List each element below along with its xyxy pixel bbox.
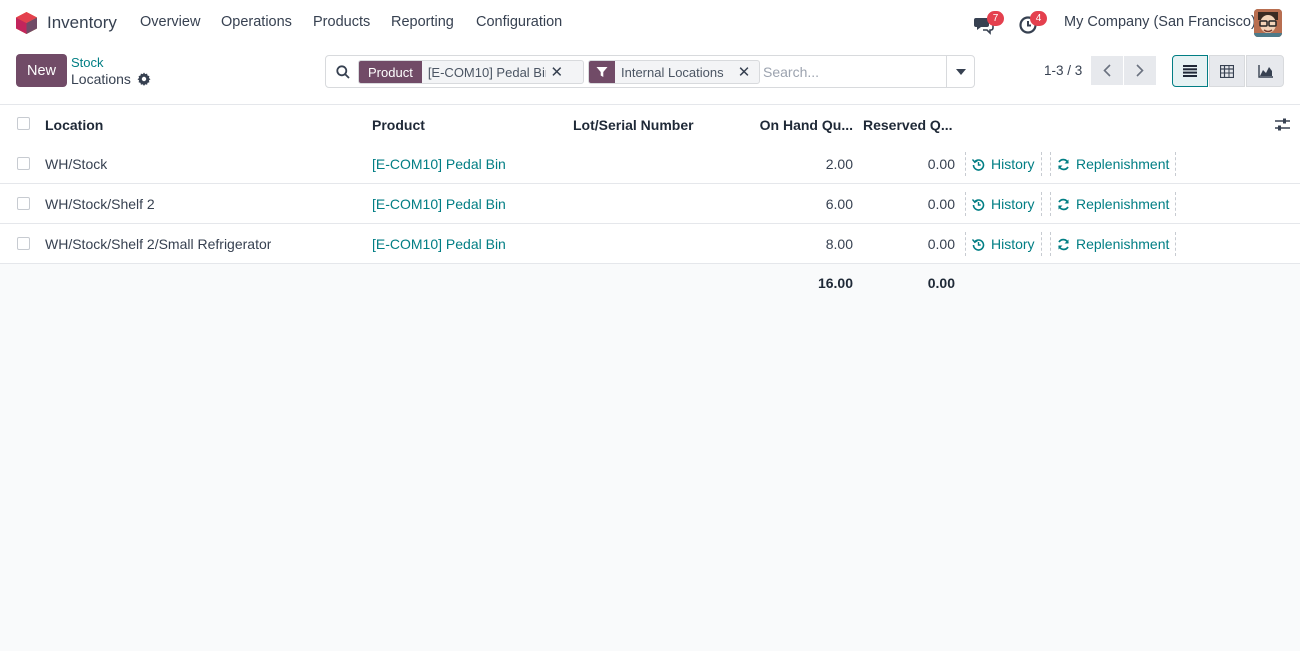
remove-filter-facet-close-icon[interactable]: ✕ xyxy=(733,61,755,83)
history-icon xyxy=(972,158,985,171)
row-checkbox[interactable] xyxy=(17,237,30,250)
facet-filter-value: Internal Locations xyxy=(621,64,724,80)
column-product[interactable]: Product xyxy=(372,105,425,144)
history-button[interactable]: History xyxy=(965,192,1042,216)
history-label: History xyxy=(991,236,1035,252)
product-facet: Product [E-COM10] Pedal Bin ✕ xyxy=(358,60,584,84)
replenishment-label: Replenishment xyxy=(1076,156,1170,172)
reserved-total: 0.00 xyxy=(927,275,955,291)
table-row[interactable]: WH/Stock [E-COM10] Pedal Bin 2.00 0.00 H… xyxy=(0,144,1300,184)
new-button[interactable]: New xyxy=(16,54,67,87)
reserved-cell: 0.00 xyxy=(927,155,955,172)
replenishment-label: Replenishment xyxy=(1076,236,1170,252)
activities-badge: 4 xyxy=(1030,11,1047,26)
reserved-cell: 0.00 xyxy=(927,195,955,212)
totals-row: 16.00 0.00 xyxy=(0,264,1300,302)
search-icon[interactable] xyxy=(336,65,350,79)
list-view-icon[interactable] xyxy=(1172,55,1208,87)
search-options-chevron-down-icon[interactable] xyxy=(946,56,975,87)
column-on-hand[interactable]: On Hand Qu... xyxy=(740,105,853,144)
breadcrumb-current: Locations xyxy=(71,71,131,87)
facet-product-value: [E-COM10] Pedal Bin xyxy=(427,64,546,80)
history-button[interactable]: History xyxy=(965,232,1042,256)
product-link[interactable]: [E-COM10] Pedal Bin xyxy=(372,184,506,223)
refresh-icon xyxy=(1058,238,1069,250)
location-cell: WH/Stock/Shelf 2 xyxy=(45,195,155,212)
optional-columns-sliders-icon[interactable] xyxy=(1275,118,1290,131)
table-header: Location Product Lot/Serial Number On Ha… xyxy=(0,105,1300,144)
select-all-checkbox[interactable] xyxy=(17,117,30,130)
inventory-app-icon[interactable] xyxy=(16,12,37,34)
pager-previous-chevron-left-icon[interactable] xyxy=(1091,56,1123,85)
replenishment-button[interactable]: Replenishment xyxy=(1050,232,1177,256)
facet-product-label: Product xyxy=(359,61,422,83)
history-label: History xyxy=(991,156,1035,172)
refresh-icon xyxy=(1058,198,1069,210)
table-row[interactable]: WH/Stock/Shelf 2/Small Refrigerator [E-C… xyxy=(0,224,1300,264)
on-hand-cell: 6.00 xyxy=(825,195,853,212)
stock-list: Location Product Lot/Serial Number On Ha… xyxy=(0,105,1300,302)
messages-badge: 7 xyxy=(987,11,1004,26)
row-checkbox[interactable] xyxy=(17,197,30,210)
user-avatar[interactable] xyxy=(1254,9,1282,37)
app-name[interactable]: Inventory xyxy=(47,13,117,33)
product-link[interactable]: [E-COM10] Pedal Bin xyxy=(372,224,506,263)
filter-facet: Internal Locations ✕ xyxy=(588,60,760,84)
filter-icon xyxy=(589,61,615,83)
product-link[interactable]: [E-COM10] Pedal Bin xyxy=(372,144,506,183)
menu-operations[interactable]: Operations xyxy=(221,14,292,30)
on-hand-total: 16.00 xyxy=(817,275,853,291)
history-icon xyxy=(972,238,985,251)
control-panel: New Stock Locations Product [E-COM10] Pe… xyxy=(0,46,1300,105)
reserved-cell: 0.00 xyxy=(927,235,955,252)
location-cell: WH/Stock/Shelf 2/Small Refrigerator xyxy=(45,235,272,252)
location-cell: WH/Stock xyxy=(45,155,108,172)
remove-product-facet-close-icon[interactable]: ✕ xyxy=(546,61,568,83)
history-button[interactable]: History xyxy=(965,152,1042,176)
company-switcher[interactable]: My Company (San Francisco) xyxy=(1064,14,1256,30)
column-lot-serial[interactable]: Lot/Serial Number xyxy=(573,105,694,144)
breadcrumb-stock[interactable]: Stock xyxy=(71,55,104,70)
history-label: History xyxy=(991,196,1035,212)
column-reserved[interactable]: Reserved Q... xyxy=(863,105,955,144)
on-hand-cell: 2.00 xyxy=(825,155,853,172)
pivot-view-icon[interactable] xyxy=(1209,55,1245,87)
refresh-icon xyxy=(1058,158,1069,170)
on-hand-cell: 8.00 xyxy=(825,235,853,252)
menu-overview[interactable]: Overview xyxy=(140,14,200,30)
replenishment-button[interactable]: Replenishment xyxy=(1050,152,1177,176)
search-input[interactable] xyxy=(763,62,943,82)
replenishment-label: Replenishment xyxy=(1076,196,1170,212)
graph-view-icon[interactable] xyxy=(1246,55,1284,87)
menu-products[interactable]: Products xyxy=(313,14,370,30)
top-navbar: Inventory Overview Operations Products R… xyxy=(0,0,1300,46)
pager-value[interactable]: 1-3 / 3 xyxy=(1044,63,1082,78)
menu-configuration[interactable]: Configuration xyxy=(476,14,562,30)
row-checkbox[interactable] xyxy=(17,157,30,170)
column-location[interactable]: Location xyxy=(45,105,103,144)
table-row[interactable]: WH/Stock/Shelf 2 [E-COM10] Pedal Bin 6.0… xyxy=(0,184,1300,224)
replenishment-button[interactable]: Replenishment xyxy=(1050,192,1177,216)
search-bar: Product [E-COM10] Pedal Bin ✕ Internal L… xyxy=(325,55,975,88)
gear-icon[interactable] xyxy=(137,72,151,86)
menu-reporting[interactable]: Reporting xyxy=(391,14,454,30)
history-icon xyxy=(972,198,985,211)
pager-next-chevron-right-icon[interactable] xyxy=(1124,56,1156,85)
